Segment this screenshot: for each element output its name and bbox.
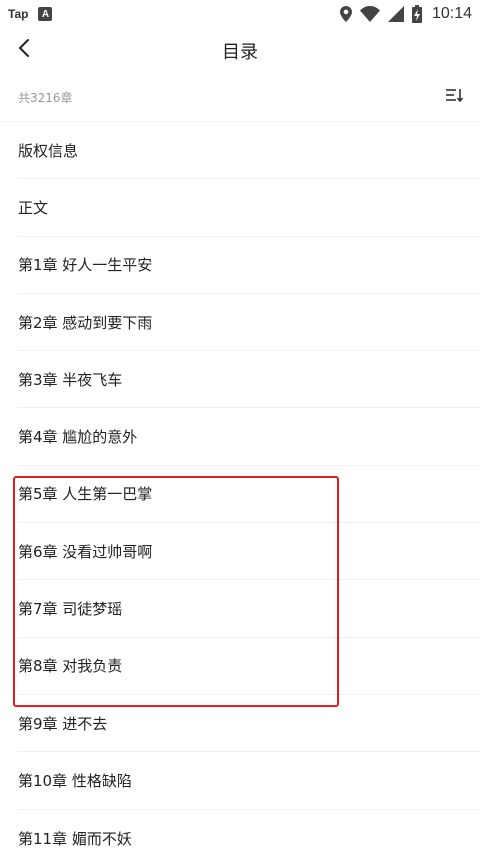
chapter-title: 版权信息: [18, 141, 79, 160]
chapter-item[interactable]: 第1章 好人一生平安: [18, 237, 480, 294]
status-right: 10:14: [339, 5, 472, 23]
chapter-item[interactable]: 第7章 司徒梦瑶: [18, 580, 480, 638]
wifi-icon: [359, 6, 380, 22]
chapter-title: 第6章 没看过帅哥啊: [18, 542, 153, 561]
status-left: Tap A: [8, 7, 53, 21]
status-bar: Tap A 10:14: [0, 0, 480, 28]
chapter-item[interactable]: 第2章 感动到要下雨: [18, 294, 480, 352]
location-icon: [339, 6, 352, 22]
chapter-item[interactable]: 第4章 尴尬的意外: [18, 408, 480, 466]
chapter-item[interactable]: 第9章 进不去: [18, 695, 480, 753]
battery-charging-icon: [411, 5, 422, 23]
app-bar: 目录: [0, 28, 480, 72]
chapter-item[interactable]: 第11章 媚而不妖: [18, 810, 480, 867]
chapter-title: 第11章 媚而不妖: [18, 829, 132, 848]
chapter-title: 正文: [18, 198, 49, 217]
chapter-title: 第9章 进不去: [18, 714, 108, 733]
page-title: 目录: [222, 42, 258, 63]
chapter-title: 第4章 尴尬的意外: [18, 428, 138, 447]
chapter-item[interactable]: 第8章 对我负责: [18, 638, 480, 695]
catalog-summary: 共3216章: [0, 72, 480, 122]
sort-order-icon: [445, 87, 465, 107]
chapter-title: 第10章 性格缺陷: [18, 771, 132, 790]
notification-badge: A: [38, 7, 53, 21]
chapter-item[interactable]: 正文: [18, 179, 480, 237]
chapter-title: 第8章 对我负责: [18, 657, 123, 676]
chapter-item[interactable]: 第5章 人生第一巴掌: [18, 466, 480, 524]
chapter-title: 第2章 感动到要下雨: [18, 313, 153, 332]
chapter-title: 第7章 司徒梦瑶: [18, 600, 123, 619]
clock: 10:14: [431, 5, 472, 22]
chapter-title: 第1章 好人一生平安: [18, 256, 153, 275]
chapter-item[interactable]: 第6章 没看过帅哥啊: [18, 523, 480, 581]
chapter-title: 第5章 人生第一巴掌: [18, 485, 153, 504]
chapter-list: 版权信息 正文 第1章 好人一生平安 第2章 感动到要下雨 第3章 半夜飞车 第…: [0, 122, 480, 867]
chapter-item[interactable]: 第10章 性格缺陷: [18, 752, 480, 810]
carrier-label: Tap: [8, 7, 29, 21]
chapter-count: 共3216章: [18, 91, 73, 105]
chapter-title: 第3章 半夜飞车: [18, 370, 123, 389]
sort-order-button[interactable]: [444, 86, 466, 108]
chapter-item[interactable]: 版权信息: [18, 122, 480, 180]
chapter-item[interactable]: 第3章 半夜飞车: [18, 351, 480, 409]
signal-icon: [387, 6, 404, 22]
